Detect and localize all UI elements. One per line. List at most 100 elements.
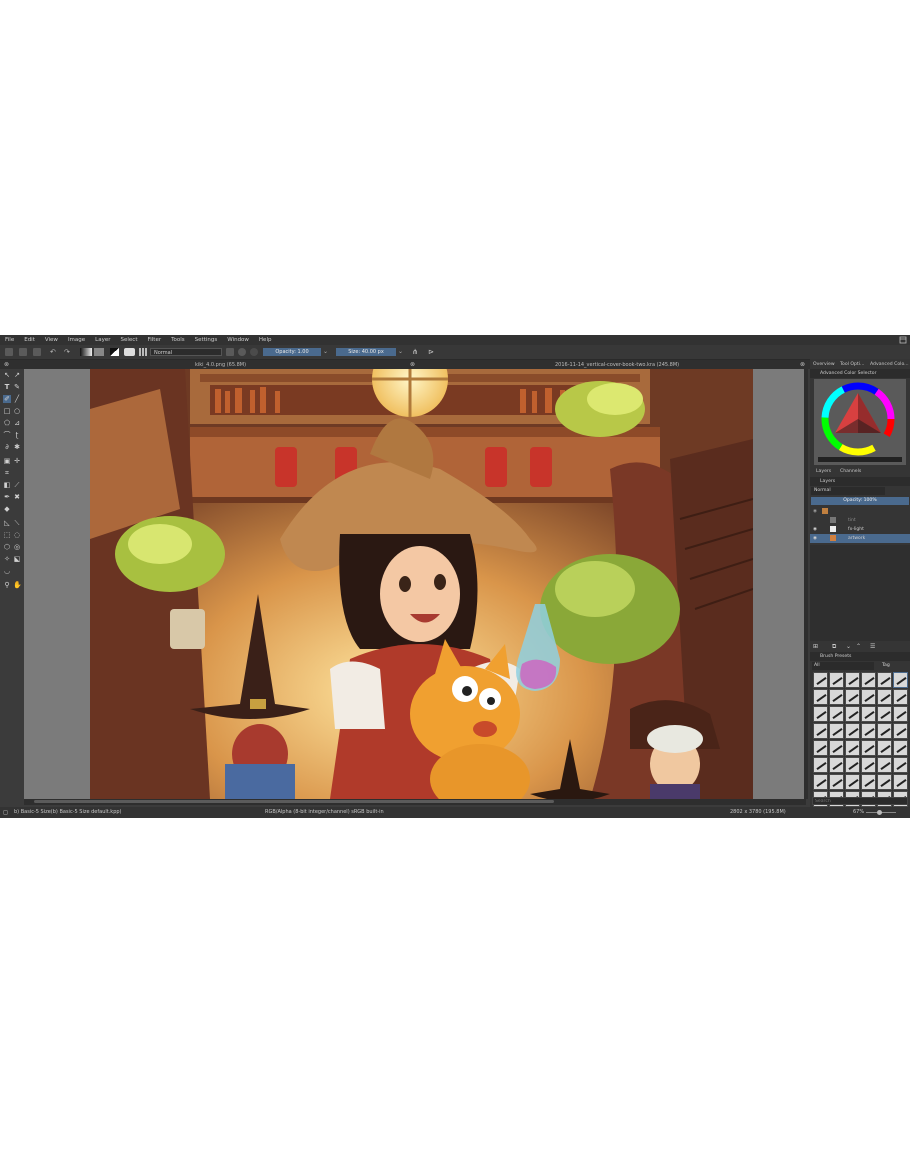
freehand-brush-tool-icon[interactable]: ✐ — [3, 395, 11, 403]
brush-preset-item[interactable] — [861, 689, 876, 705]
brush-preset-item[interactable] — [861, 774, 876, 790]
menu-layer[interactable]: Layer — [90, 337, 115, 343]
brush-preset-item-selected[interactable] — [893, 672, 908, 688]
elliptical-selection-tool-icon[interactable]: ◌ — [13, 531, 21, 539]
opacity-slider[interactable]: Opacity: 1.00 — [263, 348, 321, 356]
calligraphy-tool-icon[interactable]: ✎ — [13, 383, 21, 391]
layer-row-artwork[interactable]: ◉ artwork — [810, 534, 910, 543]
measure-tool-icon[interactable]: ⟍ — [13, 519, 21, 527]
menu-tools[interactable]: Tools — [166, 337, 190, 343]
mirror-vertical-icon[interactable]: ⊳ — [428, 348, 434, 356]
brush-preset-item[interactable] — [813, 740, 828, 756]
tab-1-close-icon[interactable]: ⊗ — [410, 361, 415, 369]
brush-preset-item[interactable] — [877, 723, 892, 739]
tab-overview[interactable]: Overview — [813, 360, 835, 369]
menu-view[interactable]: View — [40, 337, 63, 343]
brush-preset-item[interactable] — [829, 689, 844, 705]
layer-row-tint[interactable]: tint — [810, 516, 910, 525]
brush-preset-item[interactable] — [861, 723, 876, 739]
open-document-icon[interactable] — [19, 348, 27, 356]
color-picker-tool-icon[interactable]: ⟋ — [13, 481, 21, 489]
brush-preset-item[interactable] — [893, 723, 908, 739]
save-document-icon[interactable] — [33, 348, 41, 356]
bezier-selection-tool-icon[interactable]: ◡ — [3, 567, 11, 575]
gradient-selector-icon[interactable] — [80, 348, 92, 356]
dynamic-brush-tool-icon[interactable]: ∂ — [3, 443, 11, 451]
transform-tool-icon[interactable]: ▣ — [3, 457, 11, 465]
brush-preset-item[interactable] — [877, 774, 892, 790]
tab-document-1[interactable]: kiki_4.0.png (65.8M) — [195, 361, 246, 369]
tab-channels[interactable]: Channels — [840, 467, 861, 476]
rectangular-selection-tool-icon[interactable]: ⬚ — [3, 531, 11, 539]
brush-preset-item[interactable] — [861, 706, 876, 722]
brush-preset-item[interactable] — [813, 757, 828, 773]
freehand-selection-tool-icon[interactable]: ◎ — [13, 543, 21, 551]
brush-filter-select[interactable]: All — [812, 662, 874, 670]
layer-visibility-icon[interactable]: ◉ — [813, 534, 817, 543]
layer-visibility-icon[interactable]: ◉ — [813, 525, 817, 534]
tab-tool-options[interactable]: Tool Opti... — [840, 360, 864, 369]
gradient-tool-icon[interactable]: ◧ — [3, 481, 11, 489]
brush-preset-item[interactable] — [877, 689, 892, 705]
brush-preset-item[interactable] — [813, 672, 828, 688]
bezier-curve-tool-icon[interactable]: ⌒ — [3, 431, 11, 439]
tab-2-close-icon[interactable]: ⊗ — [800, 361, 805, 369]
close-tab-icon[interactable]: ⊗ — [4, 361, 9, 369]
vertical-scrollbar[interactable] — [804, 369, 808, 799]
brush-preset-item[interactable] — [877, 672, 892, 688]
brush-preset-item[interactable] — [813, 774, 828, 790]
line-tool-icon[interactable]: ╱ — [13, 395, 21, 403]
tab-advanced-color[interactable]: Advanced Colo... — [870, 360, 909, 369]
brush-tag-button[interactable]: Tag — [882, 662, 890, 670]
pan-tool-icon[interactable]: ✋ — [13, 581, 22, 589]
edit-shapes-tool-icon[interactable]: ↗ — [13, 371, 21, 379]
layer-row-fx-light[interactable]: ◉ fx-light — [810, 525, 910, 534]
eraser-mode-icon[interactable] — [226, 348, 234, 356]
menu-settings[interactable]: Settings — [190, 337, 223, 343]
polygonal-selection-tool-icon[interactable]: ⬡ — [3, 543, 11, 551]
rectangle-tool-icon[interactable]: □ — [3, 407, 11, 415]
brush-preset-item[interactable] — [893, 706, 908, 722]
size-spin-icon[interactable]: ⌄ — [398, 348, 403, 356]
menu-help[interactable]: Help — [254, 337, 277, 343]
brush-preset-item[interactable] — [845, 723, 860, 739]
fill-tool-icon[interactable]: ◆ — [3, 505, 11, 513]
select-shapes-tool-icon[interactable]: ↖ — [3, 371, 11, 379]
menu-filter[interactable]: Filter — [142, 337, 166, 343]
brush-preset-item[interactable] — [845, 672, 860, 688]
brush-preset-item[interactable] — [877, 706, 892, 722]
undo-icon[interactable]: ↶ — [50, 348, 56, 356]
polyline-tool-icon[interactable]: ⊿ — [13, 419, 21, 427]
brush-preset-item[interactable] — [813, 706, 828, 722]
add-layer-icon[interactable]: ⊞ — [813, 643, 818, 650]
colorize-mask-tool-icon[interactable]: ✒ — [3, 493, 11, 501]
tab-document-2[interactable]: 2016-11-14_vertical-cover-book-two.kra (… — [555, 361, 679, 369]
brush-preset-item[interactable] — [893, 757, 908, 773]
color-wheel[interactable] — [814, 379, 906, 465]
brush-preset-item[interactable] — [877, 740, 892, 756]
brush-preset-item[interactable] — [893, 689, 908, 705]
brush-preset-icon[interactable] — [124, 348, 135, 356]
brush-preset-item[interactable] — [845, 774, 860, 790]
menu-file[interactable]: File — [0, 337, 19, 343]
freehand-path-tool-icon[interactable]: ʈ — [13, 431, 21, 439]
zoom-slider-handle[interactable] — [877, 810, 882, 815]
brush-preset-item[interactable] — [829, 723, 844, 739]
horizontal-scrollbar[interactable] — [24, 799, 806, 805]
layer-row-group[interactable]: ◉ — [810, 507, 910, 516]
layer-visibility-icon[interactable]: ◉ — [813, 507, 817, 516]
brush-preset-item[interactable] — [861, 740, 876, 756]
size-slider[interactable]: Size: 40.00 px — [336, 348, 396, 356]
brush-preset-item[interactable] — [829, 706, 844, 722]
brush-preset-item[interactable] — [845, 740, 860, 756]
pattern-selector-icon[interactable] — [94, 348, 104, 356]
status-color-model[interactable]: RGB/Alpha (8-bit integer/channel) sRGB b… — [265, 807, 384, 818]
layer-blend-mode-select[interactable]: Normal — [811, 487, 885, 495]
duplicate-layer-icon[interactable]: ⧉ — [832, 643, 836, 651]
brush-preset-item[interactable] — [829, 740, 844, 756]
redo-icon[interactable]: ↷ — [64, 348, 70, 356]
new-document-icon[interactable] — [5, 348, 13, 356]
move-layer-down-icon[interactable]: ⌄ — [846, 643, 851, 650]
reload-preset-icon[interactable] — [250, 348, 258, 356]
brush-preset-item[interactable] — [845, 757, 860, 773]
